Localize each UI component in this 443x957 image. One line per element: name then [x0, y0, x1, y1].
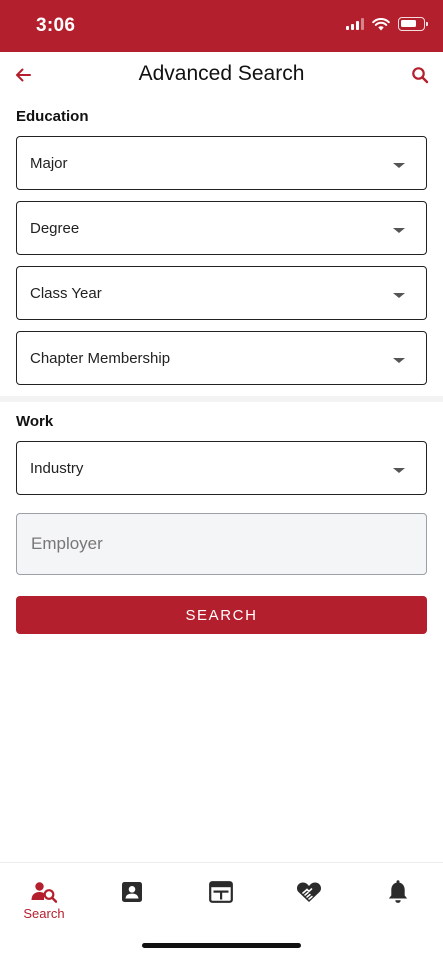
tab-directory[interactable] — [102, 873, 162, 921]
employer-input[interactable] — [16, 513, 427, 575]
industry-dropdown-label: Industry — [30, 460, 84, 477]
chapter-membership-dropdown[interactable]: Chapter Membership — [16, 331, 427, 385]
caret-down-icon — [393, 228, 405, 233]
cellular-signal-icon — [346, 18, 364, 30]
caret-down-icon — [393, 358, 405, 363]
wifi-icon — [372, 17, 390, 30]
status-bar: 3:06 — [0, 0, 443, 52]
bell-icon — [385, 879, 411, 905]
section-divider — [0, 396, 443, 402]
battery-icon — [398, 17, 428, 31]
class-year-dropdown-label: Class Year — [30, 285, 102, 302]
person-search-icon — [31, 879, 57, 904]
tab-notifications[interactable] — [368, 873, 428, 921]
status-time: 3:06 — [36, 15, 76, 36]
tab-search[interactable]: Search — [14, 873, 74, 921]
tab-giving[interactable] — [279, 873, 339, 921]
class-year-dropdown[interactable]: Class Year — [16, 266, 427, 320]
page-title: Advanced Search — [138, 62, 305, 85]
status-icons — [346, 17, 428, 31]
work-heading: Work — [16, 413, 54, 430]
degree-dropdown[interactable]: Degree — [16, 201, 427, 255]
industry-dropdown[interactable]: Industry — [16, 441, 427, 495]
search-button[interactable]: SEARCH — [16, 596, 427, 634]
chapter-membership-dropdown-label: Chapter Membership — [30, 350, 171, 367]
major-dropdown-label: Major — [30, 155, 68, 172]
search-icon — [412, 67, 429, 84]
tab-news[interactable] — [191, 873, 251, 921]
handshake-heart-icon — [296, 879, 322, 905]
caret-down-icon — [393, 468, 405, 473]
tab-search-label: Search — [23, 906, 65, 921]
contact-card-icon — [119, 879, 145, 905]
education-heading: Education — [16, 108, 89, 125]
major-dropdown[interactable]: Major — [16, 136, 427, 190]
caret-down-icon — [393, 293, 405, 298]
degree-dropdown-label: Degree — [30, 220, 80, 237]
news-feed-icon — [208, 879, 234, 905]
app-header: Advanced Search — [0, 52, 443, 98]
home-indicator — [142, 943, 301, 948]
caret-down-icon — [393, 163, 405, 168]
header-search-button[interactable] — [407, 62, 433, 88]
